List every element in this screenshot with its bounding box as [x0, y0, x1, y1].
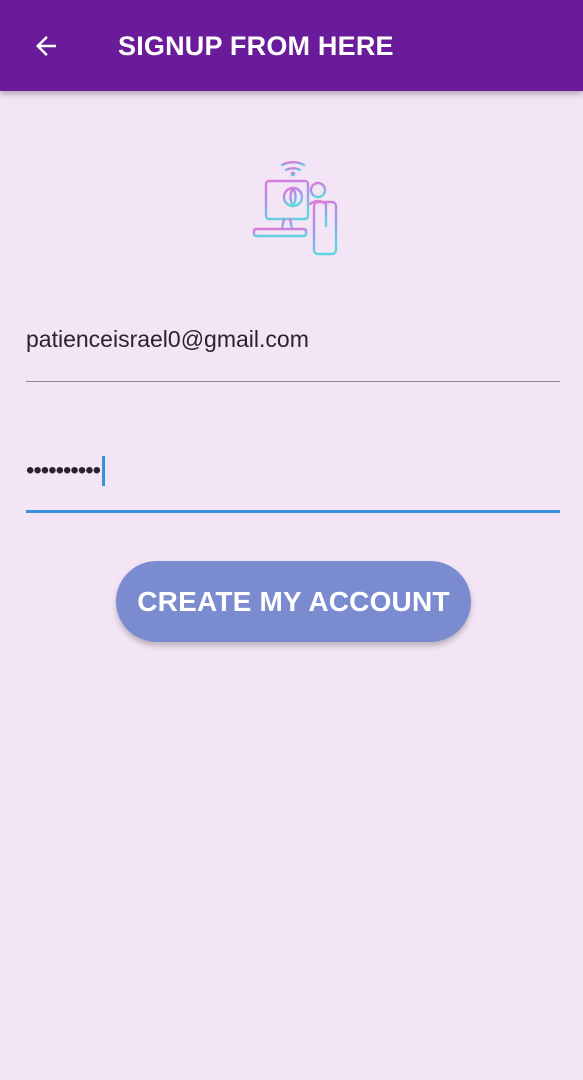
arrow-back-icon	[36, 36, 56, 56]
email-input[interactable]: patienceisrael0@gmail.com	[26, 326, 309, 353]
create-account-button[interactable]: CREATE MY ACCOUNT	[116, 561, 471, 642]
password-input[interactable]: ••••••••••	[26, 456, 106, 486]
password-masked-text: ••••••••••	[26, 457, 101, 484]
signup-screen: SIGNUP FROM HERE patienceisrael0@gmail.c…	[0, 0, 583, 1080]
text-cursor	[102, 456, 106, 486]
back-button[interactable]	[22, 22, 70, 70]
page-title: SIGNUP FROM HERE	[118, 31, 394, 61]
email-field[interactable]: patienceisrael0@gmail.com	[26, 300, 560, 382]
app-bar: SIGNUP FROM HERE	[0, 0, 583, 91]
person-at-computer-network-icon	[252, 161, 338, 256]
app-logo	[246, 154, 342, 260]
password-field[interactable]: ••••••••••	[26, 430, 560, 513]
